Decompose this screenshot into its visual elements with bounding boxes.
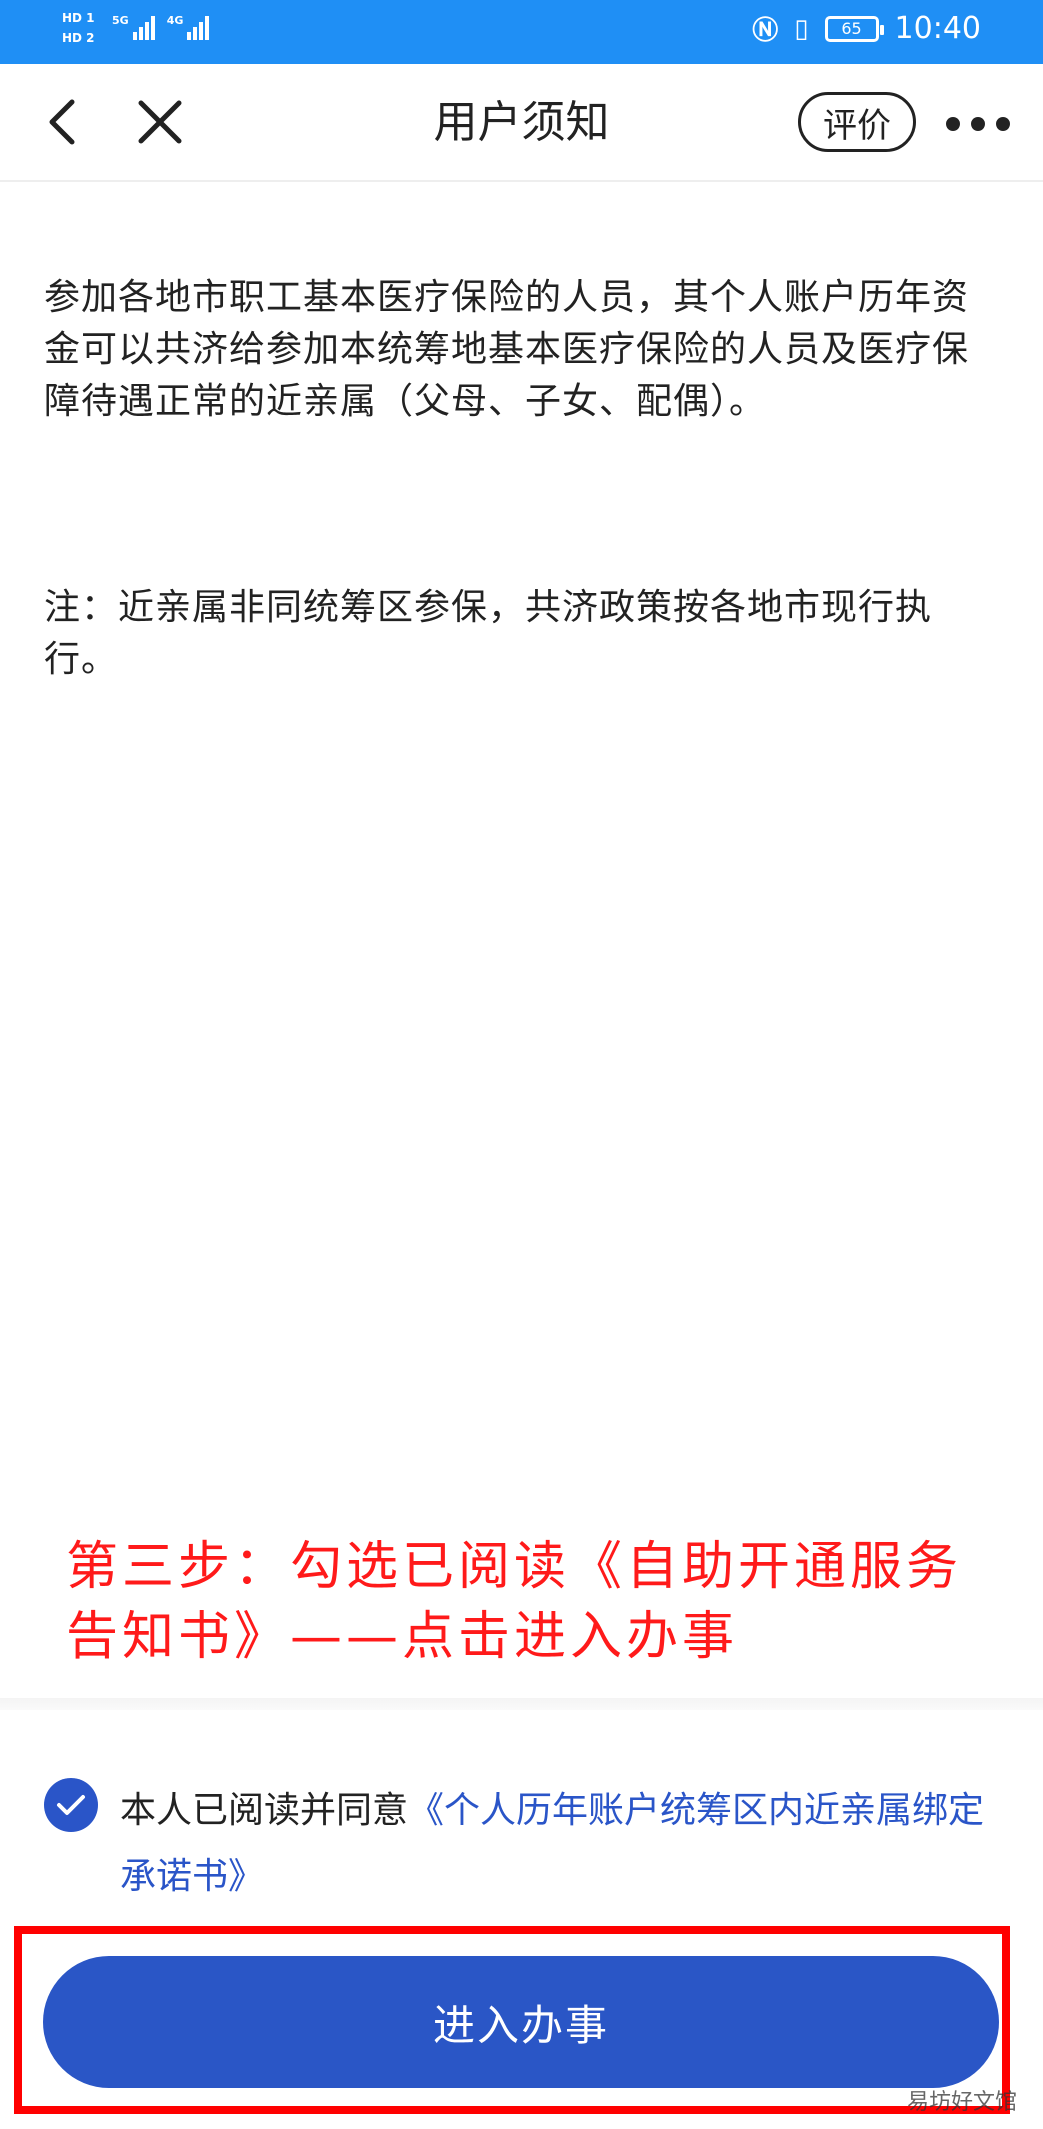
network-5g-label: 5G — [112, 14, 129, 27]
step-annotation: 第三步：勾选已阅读《自助开通服务告知书》——点击进入办事 — [66, 1537, 963, 1667]
notice-paragraph-main: 参加各地市职工基本医疗保险的人员，其个人账户历年资金可以共济给参加本统筹地基本医… — [44, 277, 970, 422]
signal-5g-icon: 5G — [112, 14, 155, 40]
clock: 10:40 — [894, 11, 981, 46]
notice-paragraph-note: 注：近亲属非同统筹区参保，共济政策按各地市现行执行。 — [44, 587, 933, 680]
agree-checkbox[interactable] — [44, 1778, 98, 1832]
enter-service-button[interactable]: 进入办事 — [43, 1956, 999, 2088]
sim1-label: HD 1 — [62, 11, 95, 25]
battery-level: 65 — [841, 19, 862, 38]
status-right: Ⓝ ▯ 65 10:40 — [752, 10, 981, 47]
signal-4g-icon: 4G — [167, 14, 210, 40]
network-signals: 5G 4G — [112, 14, 210, 40]
watermark: 易坊好文馆 — [906, 2090, 1017, 2115]
more-options-button[interactable] — [946, 104, 1010, 144]
sim2-label: HD 2 — [62, 31, 95, 45]
vibrate-icon: ▯ — [794, 13, 809, 44]
network-4g-label: 4G — [166, 14, 184, 27]
agreement-prefix: 本人已阅读并同意 — [120, 1790, 409, 1831]
sim-indicators: HD 1 HD 2 — [62, 8, 95, 48]
status-bar: HD 1 HD 2 5G 4G Ⓝ ▯ 65 10:40 — [0, 0, 1043, 64]
more-dot-icon — [946, 117, 960, 131]
more-dot-icon — [971, 117, 985, 131]
rate-button[interactable]: 评价 — [798, 92, 916, 152]
nfc-icon: Ⓝ — [752, 16, 779, 46]
more-dot-icon — [996, 117, 1010, 131]
checkmark-icon — [57, 1795, 85, 1815]
battery-icon: 65 — [824, 15, 884, 42]
nav-bar: 用户须知 评价 — [0, 64, 1043, 182]
bottom-divider — [0, 1698, 1043, 1710]
agreement-text: 本人已阅读并同意《个人历年账户统筹区内近亲属绑定承诺书》 — [120, 1778, 1000, 1910]
